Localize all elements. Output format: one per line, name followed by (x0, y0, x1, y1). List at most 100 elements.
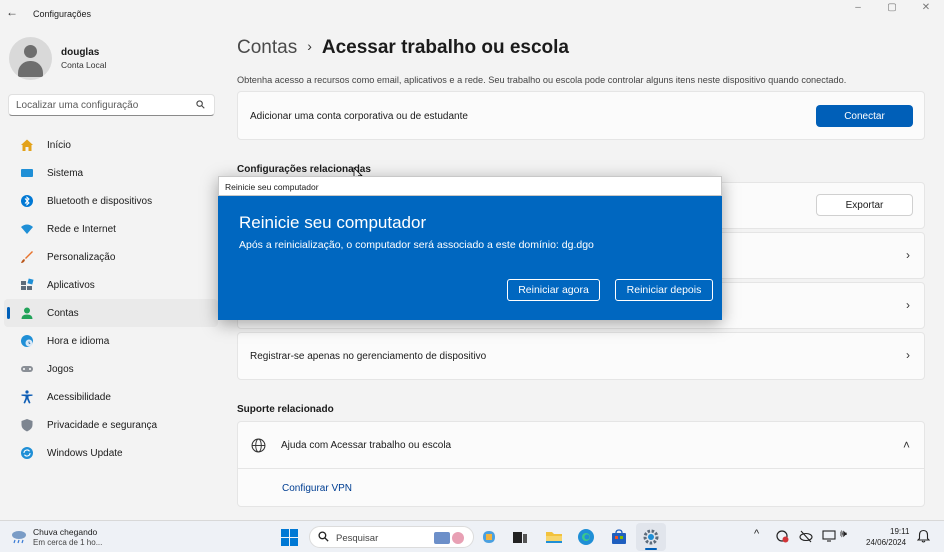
sidebar-item-label: Privacidade e segurança (47, 419, 158, 431)
sidebar-item-label: Sistema (47, 167, 84, 179)
dialog-window-title: Reinicie seu computador (225, 182, 319, 192)
restart-later-button[interactable]: Reiniciar depois (615, 279, 713, 301)
sidebar-item-hora-idioma[interactable]: Hora e idioma (4, 327, 218, 355)
search-icon[interactable] (196, 100, 205, 109)
chevron-right-icon: › (906, 348, 910, 362)
sidebar-item-contas[interactable]: Contas (4, 299, 218, 327)
sidebar-item-aplicativos[interactable]: Aplicativos (4, 271, 218, 299)
system-icon (21, 169, 33, 177)
microsoft-store-icon[interactable] (610, 528, 628, 546)
sidebar-item-bluetooth[interactable]: Bluetooth e dispositivos (4, 187, 218, 215)
sidebar-item-jogos[interactable]: Jogos (4, 355, 218, 383)
search-highlight-icon (434, 532, 464, 544)
apps-icon (21, 278, 34, 290)
gamepad-icon (21, 366, 33, 372)
mdm-enroll-row[interactable]: Registrar-se apenas no gerenciamento de … (237, 332, 925, 380)
accessibility-icon (21, 390, 33, 404)
connect-button[interactable]: Conectar (816, 105, 913, 127)
copilot-icon[interactable] (480, 528, 498, 546)
add-account-label: Adicionar uma conta corporativa ou de es… (250, 111, 468, 122)
page-description: Obtenha acesso a recursos como email, ap… (237, 75, 847, 85)
network-monitor-icon[interactable] (822, 529, 836, 543)
title-bar: ← Configurações – ▢ ✕ (0, 0, 944, 28)
sidebar-item-label: Hora e idioma (47, 335, 110, 347)
user-name: douglas (61, 47, 100, 58)
sidebar-nav: Início Sistema Bluetooth e dispositivos … (0, 131, 222, 467)
sidebar-item-label: Início (47, 139, 71, 151)
windows-start-icon[interactable] (281, 529, 298, 546)
chevron-right-icon: › (906, 248, 910, 262)
sidebar-item-label: Aplicativos (47, 279, 95, 291)
help-card: Ajuda com Acessar trabalho ou escola ˄ C… (237, 421, 925, 507)
taskbar-search[interactable]: Pesquisar (309, 526, 474, 548)
close-button[interactable]: ✕ (916, 2, 936, 13)
dialog-message: Após a reinicialização, o computador ser… (239, 239, 594, 251)
sidebar-item-acessibilidade[interactable]: Acessibilidade (4, 383, 218, 411)
sidebar-item-label: Windows Update (47, 447, 123, 459)
account-type: Conta Local (61, 60, 107, 70)
sidebar-item-privacidade[interactable]: Privacidade e segurança (4, 411, 218, 439)
sidebar-item-sistema[interactable]: Sistema (4, 159, 218, 187)
maximize-button[interactable]: ▢ (882, 2, 902, 13)
weather-subtitle[interactable]: Em cerca de 1 ho... (33, 538, 102, 547)
edge-browser-icon[interactable] (577, 528, 595, 546)
clock-globe-icon (21, 335, 33, 347)
file-explorer-icon[interactable] (545, 528, 563, 546)
settings-taskbar-button[interactable] (636, 523, 666, 551)
clock-date[interactable]: 24/06/2024 (866, 538, 906, 547)
restart-dialog: Reinicie seu computador Reinicie seu com… (218, 176, 722, 320)
brush-icon (21, 251, 33, 263)
show-hidden-icons-chevron-icon[interactable]: ^ (754, 528, 759, 540)
export-button[interactable]: Exportar (816, 194, 913, 216)
volume-icon[interactable]: 🕪 (840, 528, 847, 541)
defender-alert-icon[interactable] (775, 529, 789, 543)
search-input[interactable] (9, 95, 184, 115)
task-view-icon[interactable] (511, 528, 529, 546)
rain-cloud-icon[interactable] (10, 529, 28, 545)
bluetooth-icon (21, 195, 33, 207)
home-icon (21, 139, 33, 151)
notification-bell-icon[interactable] (917, 529, 930, 543)
chevron-up-icon[interactable]: ˄ (903, 438, 910, 452)
sidebar-item-label: Contas (47, 307, 79, 319)
chevron-right-icon: › (906, 298, 910, 312)
gear-icon (643, 529, 659, 545)
sidebar-item-label: Jogos (47, 363, 74, 375)
shield-icon (21, 419, 33, 432)
help-label[interactable]: Ajuda com Acessar trabalho ou escola (281, 440, 451, 451)
back-arrow-icon[interactable]: ← (6, 5, 22, 21)
page-title: Acessar trabalho ou escola (321, 37, 569, 58)
sidebar-item-inicio[interactable]: Início (4, 131, 218, 159)
breadcrumb-parent[interactable]: Contas (237, 37, 297, 58)
sidebar-item-label: Bluetooth e dispositivos (47, 195, 153, 207)
mdm-enroll-label: Registrar-se apenas no gerenciamento de … (250, 351, 487, 362)
sidebar-item-personalizacao[interactable]: Personalização (4, 243, 218, 271)
update-icon (21, 447, 33, 459)
search-icon (318, 531, 329, 542)
window-title: Configurações (33, 9, 92, 19)
clock-time[interactable]: 19:11 (890, 527, 909, 536)
add-account-card: Adicionar uma conta corporativa ou de es… (237, 91, 925, 140)
related-support-title: Suporte relacionado (237, 404, 334, 415)
sidebar-item-windows-update[interactable]: Windows Update (4, 439, 218, 467)
globe-icon (251, 438, 266, 453)
settings-search-box[interactable] (8, 94, 215, 116)
sidebar-item-label: Acessibilidade (47, 391, 111, 403)
sidebar-item-label: Personalização (47, 251, 116, 263)
avatar[interactable] (9, 37, 52, 80)
sidebar-item-label: Rede e Internet (47, 223, 116, 235)
taskbar-search-placeholder: Pesquisar (336, 533, 379, 544)
related-settings-title: Configurações relacionadas (237, 164, 371, 175)
weather-title[interactable]: Chuva chegando (33, 527, 97, 537)
breadcrumb-separator-icon: › (307, 38, 312, 54)
taskbar: Chuva chegando Em cerca de 1 ho... Pesqu… (0, 520, 944, 552)
sidebar-item-rede[interactable]: Rede e Internet (4, 215, 218, 243)
dialog-title-bar: Reinicie seu computador (218, 176, 722, 196)
wifi-icon (21, 224, 33, 234)
minimize-button[interactable]: – (848, 2, 868, 13)
accounts-icon (21, 307, 33, 319)
configure-vpn-link[interactable]: Configurar VPN (282, 483, 352, 494)
dialog-heading: Reinicie seu computador (239, 213, 427, 232)
restart-now-button[interactable]: Reiniciar agora (507, 279, 600, 301)
onedrive-cloud-icon[interactable] (799, 529, 813, 543)
